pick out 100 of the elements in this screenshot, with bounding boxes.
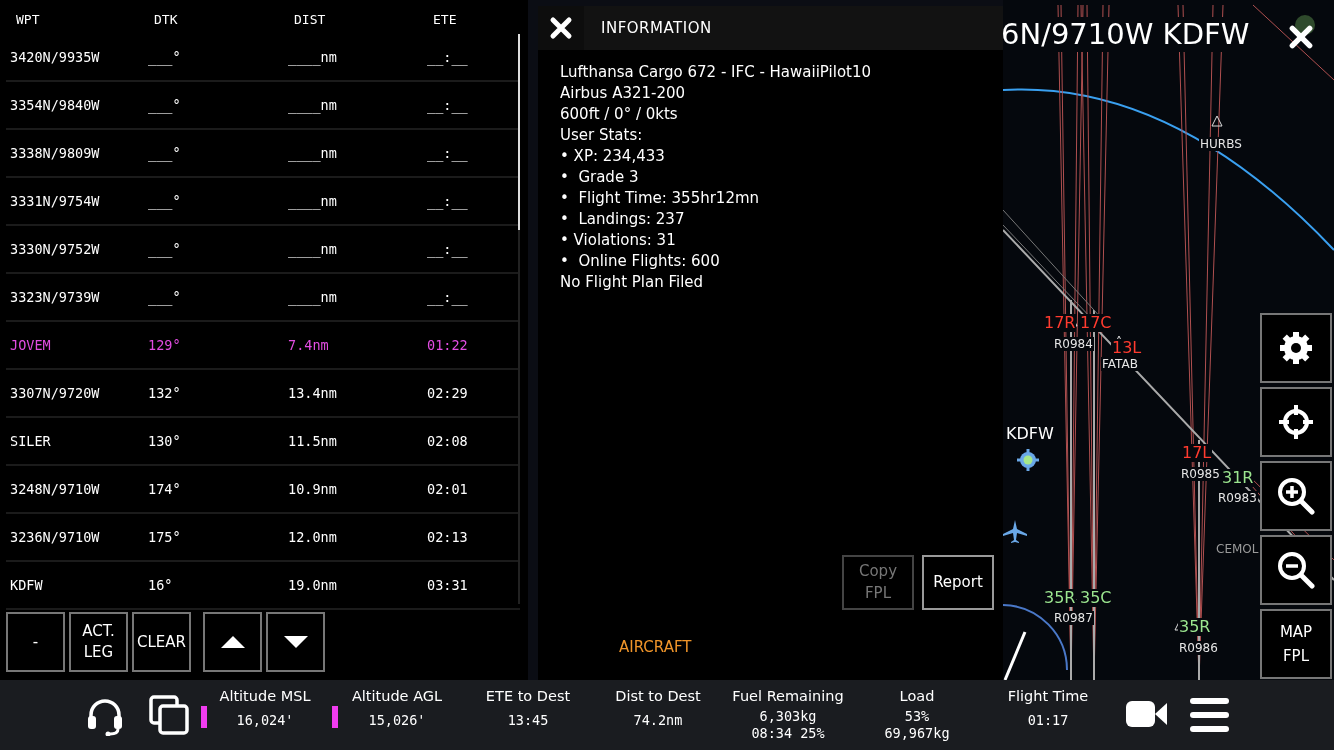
table-cell-text: JOVEM — [9, 335, 52, 355]
map-label: 31R — [1221, 469, 1255, 487]
waypoint-row[interactable]: JOVEM 129° 7.4nm 01:22 — [6, 322, 520, 370]
panel-title: INFORMATION — [600, 17, 712, 39]
table-cell-text: 3330N/9752W — [9, 239, 101, 259]
locate-button[interactable] — [1260, 387, 1332, 457]
waypoint-row[interactable]: 3331N/9754W ___° ____nm __:__ — [6, 178, 520, 226]
column-header: WPT — [15, 11, 41, 30]
map-label: FATAB — [1101, 357, 1139, 371]
column-header: ETE — [432, 11, 458, 30]
table-cell-text: 02:13 — [426, 527, 469, 547]
headset-icon — [85, 696, 125, 736]
stat-value: 08:34 25% — [750, 725, 826, 742]
menu-button[interactable] — [1190, 698, 1229, 732]
info-text: 600ft / 0° / 0kts — [560, 104, 679, 125]
table-cell-text: 3248N/9710W — [9, 479, 101, 499]
text-button[interactable]: Report — [922, 554, 994, 610]
minus-button[interactable]: - — [6, 612, 65, 672]
zoom-in-icon — [1277, 477, 1315, 515]
table-cell-text: ___° — [147, 95, 182, 116]
table-cell-text: ___° — [147, 239, 182, 260]
table-cell-text: 16° — [147, 575, 174, 595]
table-cell-text: 3323N/9739W — [9, 287, 101, 307]
text-button[interactable]: ACT. LEG — [69, 612, 128, 672]
info-text: • Violations: 31 — [560, 230, 677, 251]
waypoint-row[interactable]: KDFW 16° 19.0nm 03:31 — [6, 562, 520, 610]
table-cell-text: 02:29 — [426, 383, 469, 403]
settings-button[interactable] — [1260, 313, 1332, 383]
move-down-button[interactable] — [266, 612, 325, 672]
info-text: Lufthansa Cargo 672 - IFC - HawaiiPilot10 — [560, 62, 873, 83]
stat-value: 6,303kg — [758, 708, 818, 725]
tab-label[interactable]: AIRCRAFT — [619, 637, 692, 656]
close-icon — [549, 16, 573, 40]
info-text: User Stats: — [560, 125, 644, 146]
table-cell-text: 02:01 — [426, 479, 469, 499]
stat-value: 16,024' — [235, 712, 295, 729]
copy-icon — [148, 694, 190, 736]
waypoint-row[interactable]: 3420N/9935W ___° ____nm __:__ — [6, 34, 520, 82]
waypoint-row[interactable]: 3248N/9710W 174° 10.9nm 02:01 — [6, 466, 520, 514]
table-cell-text: 11.5nm — [287, 431, 338, 451]
move-up-button[interactable] — [203, 612, 262, 672]
waypoint-row[interactable]: 3354N/9840W ___° ____nm __:__ — [6, 82, 520, 130]
camera-button[interactable] — [1126, 699, 1168, 729]
info-text: • Grade 3 — [560, 167, 640, 188]
waypoint-row[interactable]: 3338N/9809W ___° ____nm __:__ — [6, 130, 520, 178]
waypoint-row[interactable]: SILER 130° 11.5nm 02:08 — [6, 418, 520, 466]
map-label: CEMOL — [1215, 542, 1260, 556]
waypoint-row[interactable]: 3236N/9710W 175° 12.0nm 02:13 — [6, 514, 520, 562]
table-cell-text: 19.0nm — [287, 575, 338, 595]
close-button[interactable] — [1288, 24, 1314, 50]
table-cell-text: 3331N/9754W — [9, 191, 101, 211]
table-cell-text: 174° — [147, 479, 182, 499]
waypoint-row[interactable]: 3330N/9752W ___° ____nm __:__ — [6, 226, 520, 274]
stat-value: 69,967kg — [884, 725, 950, 742]
menu-icon — [1190, 698, 1229, 732]
text-button[interactable]: MAP FPL — [1260, 609, 1332, 679]
table-cell-text: __:__ — [426, 287, 469, 308]
map-label: HURBS — [1199, 137, 1243, 151]
column-header: DTK — [153, 11, 179, 30]
altitude-marker — [332, 706, 338, 728]
waypoint-row[interactable]: 3307N/9720W 132° 13.4nm 02:29 — [6, 370, 520, 418]
stat-label: Fuel Remaining — [732, 687, 844, 706]
stat-value: 53% — [903, 708, 931, 725]
table-cell-text: 132° — [147, 383, 182, 403]
table-cell-text: 01:22 — [426, 335, 469, 355]
stat-value: 15,026' — [367, 712, 427, 729]
map-label: R0983 — [1217, 491, 1258, 505]
table-cell-text: 129° — [147, 335, 182, 355]
stat-label: ETE to Dest — [485, 687, 571, 706]
map-label: R0987 — [1053, 611, 1094, 625]
table-cell-text: ____nm — [287, 191, 338, 212]
map-label: 17C — [1079, 314, 1113, 332]
map-label: 17L — [1181, 444, 1213, 462]
table-cell-text: 02:08 — [426, 431, 469, 451]
stat-label: Load — [898, 687, 936, 706]
table-cell-text: ____nm — [287, 287, 338, 308]
table-cell-text: 175° — [147, 527, 182, 547]
table-cell-text: 7.4nm — [287, 335, 330, 355]
column-header: DIST — [293, 11, 327, 30]
table-cell-text: __:__ — [426, 191, 469, 212]
zoom-in-button[interactable] — [1260, 461, 1332, 531]
info-text: Airbus A321-200 — [560, 83, 687, 104]
airport-icon[interactable] — [1016, 448, 1040, 472]
headset-button[interactable] — [85, 696, 125, 736]
table-cell-text: 3307N/9720W — [9, 383, 101, 403]
zoom-out-button[interactable] — [1260, 535, 1332, 605]
info-text: • Online Flights: 600 — [560, 251, 721, 272]
table-cell-text: ____nm — [287, 143, 338, 164]
close-button[interactable] — [538, 6, 584, 50]
text-button[interactable]: CLEAR — [132, 612, 191, 672]
stat-label: Altitude MSL — [219, 687, 311, 706]
info-text: • Landings: 237 — [560, 209, 686, 230]
table-cell-text: 130° — [147, 431, 182, 451]
table-cell-text: ____nm — [287, 95, 338, 116]
table-cell-text: ___° — [147, 287, 182, 308]
waypoint-row[interactable]: 3323N/9739W ___° ____nm __:__ — [6, 274, 520, 322]
table-cell-text: 13.4nm — [287, 383, 338, 403]
copy-button[interactable] — [148, 694, 190, 736]
table-cell-text: ___° — [147, 47, 182, 68]
scrollbar-thumb[interactable] — [518, 34, 520, 230]
